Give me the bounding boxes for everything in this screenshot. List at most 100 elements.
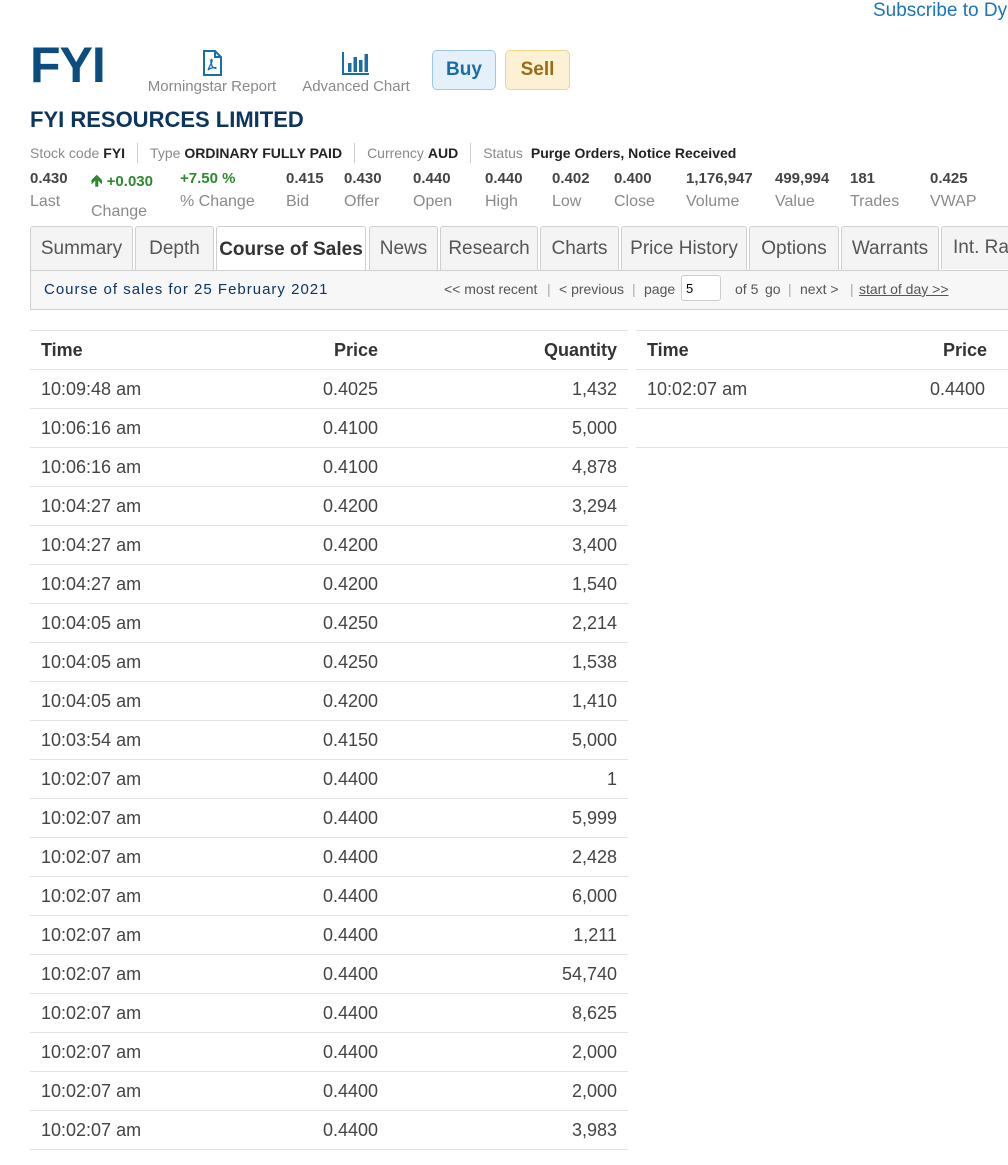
table-row: 10:03:54 am 0.4150 5,000: [30, 721, 628, 760]
trade-quantity: 1,410: [571, 691, 617, 711]
time-column-header: Time: [41, 340, 83, 360]
morningstar-report-link[interactable]: Morningstar Report: [143, 50, 281, 95]
subscribe-link[interactable]: Subscribe to Dyn: [873, 0, 1008, 22]
stat-offer-label: Offer: [344, 193, 380, 210]
previous-link[interactable]: < previous: [559, 281, 624, 297]
table-row: 10:02:07 am 0.4400 1: [30, 760, 628, 799]
trade-time: 10:02:07 am: [41, 886, 142, 906]
divider: [470, 143, 472, 163]
trade-quantity: 4,878: [571, 457, 617, 477]
stat-last-value: 0.430: [30, 170, 68, 187]
table-row: 10:04:27 am 0.4200 1,540: [30, 565, 628, 604]
stock-meta: Stock code FYI Type ORDINARY FULLY PAID …: [30, 143, 736, 163]
morningstar-report-label: Morningstar Report: [147, 78, 277, 95]
table-row: 10:06:16 am 0.4100 4,878: [30, 448, 628, 487]
tab-warrants[interactable]: Warrants: [841, 226, 939, 270]
table-row: 10:02:07 am 0.4400 2,000: [30, 1033, 628, 1072]
trade-price: 0.4200: [322, 574, 378, 594]
stock-code-label: Stock code: [30, 145, 100, 161]
table-row: 10:02:07 am 0.4400 8,625: [30, 994, 628, 1033]
stat-high-value: 0.440: [485, 170, 523, 187]
stock-code-value: FYI: [103, 145, 126, 161]
trade-time: 10:02:07 am: [41, 769, 142, 789]
trade-price: 0.4200: [322, 691, 378, 711]
table-row: 10:02:07 am 0.4400 3,983: [30, 1111, 628, 1150]
trade-price: 0.4400: [322, 925, 378, 945]
stat-last-label: Last: [30, 193, 61, 210]
trade-time: 10:04:27 am: [41, 574, 142, 594]
type-value: ORDINARY FULLY PAID: [184, 145, 343, 161]
trade-time: 10:02:07 am: [41, 1120, 142, 1140]
table-row: 10:02:07 am 0.4400: [636, 370, 1008, 409]
table-row: 10:09:48 am 0.4025 1,432: [30, 370, 628, 409]
tab-summary[interactable]: Summary: [30, 226, 133, 270]
divider: |: [850, 281, 854, 297]
divider: [354, 143, 356, 163]
trade-time: 10:02:07 am: [41, 964, 142, 984]
stat-volume: 1,176,947 Volume: [686, 170, 753, 211]
trade-time: 10:02:07 am: [41, 1042, 142, 1062]
stat-offer: 0.430 Offer: [344, 170, 382, 211]
trade-quantity: 8,625: [571, 1003, 617, 1023]
tab-news[interactable]: News: [369, 226, 438, 270]
stat-open: 0.440 Open: [413, 170, 452, 211]
stat-volume-label: Volume: [686, 193, 740, 210]
trade-quantity: 3,983: [571, 1120, 617, 1140]
trade-time: 10:02:07 am: [647, 379, 748, 399]
type-label: Type: [150, 145, 181, 161]
sell-button[interactable]: Sell: [505, 50, 570, 90]
divider: |: [547, 281, 551, 297]
trade-price: 0.4400: [322, 808, 378, 828]
trade-time: 10:04:05 am: [41, 652, 142, 672]
tab-research[interactable]: Research: [440, 226, 538, 270]
tab-int-rates[interactable]: Int. Rat: [941, 226, 1008, 269]
stat-offer-value: 0.430: [344, 170, 382, 187]
stat-volume-value: 1,176,947: [686, 170, 753, 187]
most-recent-link[interactable]: << most recent: [444, 281, 537, 297]
next-link[interactable]: next >: [800, 281, 839, 297]
status-label: Status: [483, 145, 523, 161]
trade-price: 0.4250: [322, 613, 378, 633]
stat-last: 0.430 Last: [30, 170, 68, 211]
trade-time: 10:02:07 am: [41, 808, 142, 828]
trade-price: 0.4400: [322, 964, 378, 984]
currency-value: AUD: [427, 145, 459, 161]
stat-pct-change-value: +7.50 %: [180, 170, 236, 187]
price-column-header: Price: [943, 340, 988, 360]
stat-trades-label: Trades: [850, 193, 900, 210]
stat-close-value: 0.400: [614, 170, 652, 187]
course-of-sales-table: Time Price Quantity 10:09:48 am 0.4025 1,4…: [30, 330, 628, 1150]
trade-quantity: 2,000: [571, 1042, 617, 1062]
trade-price: 0.4400: [322, 1081, 378, 1101]
trade-price: 0.4400: [322, 1003, 378, 1023]
stat-low: 0.402 Low: [552, 170, 590, 211]
tab-options[interactable]: Options: [749, 226, 839, 270]
table-row: 10:02:07 am 0.4400 2,000: [30, 1072, 628, 1111]
page-input[interactable]: [681, 275, 721, 301]
table-row: 10:04:05 am 0.4200 1,410: [30, 682, 628, 721]
trade-quantity: 2,000: [571, 1081, 617, 1101]
stat-change-label: Change: [91, 203, 148, 220]
start-of-day-link[interactable]: start of day >>: [859, 281, 949, 297]
tab-charts[interactable]: Charts: [540, 226, 619, 270]
trade-price: 0.4100: [322, 457, 378, 477]
go-link[interactable]: go: [765, 281, 781, 297]
trade-time: 10:03:54 am: [41, 730, 142, 750]
table-row: 10:02:07 am 0.4400 54,740: [30, 955, 628, 994]
table-row: 10:04:05 am 0.4250 1,538: [30, 643, 628, 682]
advanced-chart-link[interactable]: Advanced Chart: [300, 50, 412, 95]
tab-price-history[interactable]: Price History: [621, 226, 747, 270]
trade-price: 0.4100: [322, 418, 378, 438]
table-row: [636, 409, 1008, 448]
trade-time: 10:06:16 am: [41, 457, 142, 477]
pager-bar: Course of sales for 25 February 2021 << …: [30, 270, 1008, 310]
trade-time: 10:09:48 am: [41, 379, 142, 399]
stat-pct-change: +7.50 % % Change: [180, 170, 255, 211]
trade-time: 10:02:07 am: [41, 925, 142, 945]
buy-button[interactable]: Buy: [432, 50, 496, 90]
trade-time: 10:04:05 am: [41, 691, 142, 711]
trade-quantity: 5,000: [571, 418, 617, 438]
ticker-symbol: FYI: [30, 37, 106, 93]
tab-course-of-sales[interactable]: Course of Sales: [216, 226, 366, 272]
tab-depth[interactable]: Depth: [135, 226, 214, 270]
